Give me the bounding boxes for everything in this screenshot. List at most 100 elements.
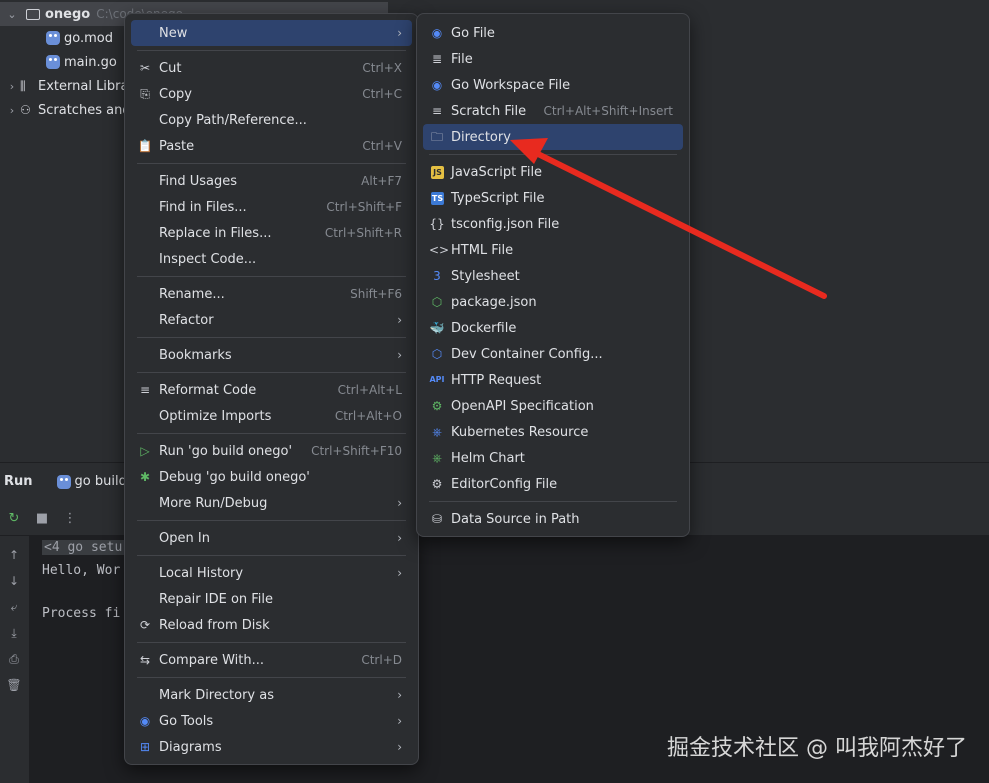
print-icon[interactable]: ⎙ (6, 652, 22, 668)
css-icon: 3 (433, 269, 441, 283)
menu-item-compare-with[interactable]: ⇆ Compare With... Ctrl+D (131, 647, 412, 673)
kubernetes-icon: ⎈ (432, 425, 442, 439)
menu-item-editorconfig-file[interactable]: ⚙ EditorConfig File (423, 471, 683, 497)
menu-item-shortcut: Ctrl+Alt+L (337, 383, 402, 397)
menu-item-http-request[interactable]: API HTTP Request (423, 367, 683, 393)
menu-item-copy[interactable]: ⎘ Copy Ctrl+C (131, 81, 412, 107)
menu-item-typescript-file[interactable]: TS TypeScript File (423, 185, 683, 211)
menu-item-label: TypeScript File (451, 190, 545, 206)
stop-icon[interactable]: ■ (34, 511, 50, 527)
menu-item-label: More Run/Debug (159, 495, 268, 511)
menu-item-diagrams[interactable]: ⊞ Diagrams › (131, 734, 412, 760)
menu-item-label: Paste (159, 138, 195, 154)
menu-item-label: Cut (159, 60, 182, 76)
menu-item-file[interactable]: ≣ File (423, 46, 683, 72)
arrow-up-icon[interactable]: ↑ (6, 548, 22, 564)
tree-item-external-libraries[interactable]: › ⫼ External Libra (4, 74, 129, 98)
soft-wrap-icon[interactable]: ⤶ (6, 600, 22, 616)
menu-item-scratch-file[interactable]: ≡ Scratch File Ctrl+Alt+Shift+Insert (423, 98, 683, 124)
chevron-right-icon: › (397, 313, 402, 327)
menu-item-mark-directory-as[interactable]: Mark Directory as › (131, 682, 412, 708)
tree-item-main-go[interactable]: main.go (46, 50, 117, 74)
tree-label: Scratches and (38, 102, 131, 118)
chevron-right-icon: › (397, 531, 402, 545)
menu-item-label: Dockerfile (451, 320, 517, 336)
menu-item-bookmarks[interactable]: Bookmarks › (131, 342, 412, 368)
menu-item-paste[interactable]: 📋 Paste Ctrl+V (131, 133, 412, 159)
menu-item-open-in[interactable]: Open In › (131, 525, 412, 551)
menu-item-local-history[interactable]: Local History › (131, 560, 412, 586)
menu-item-openapi-specification[interactable]: ⚙ OpenAPI Specification (423, 393, 683, 419)
database-icon: ⛁ (431, 512, 443, 526)
menu-item-javascript-file[interactable]: JS JavaScript File (423, 159, 683, 185)
trash-icon[interactable]: 🗑 (6, 678, 22, 694)
menu-item-go-tools[interactable]: ◉ Go Tools › (131, 708, 412, 734)
tree-item-go-mod[interactable]: go.mod (46, 26, 113, 50)
menu-separator (137, 276, 406, 277)
watermark: 掘金技术社区 @ 叫我阿杰好了 (667, 736, 967, 761)
compare-icon: ⇆ (139, 653, 151, 667)
more-options-icon[interactable]: ⋮ (62, 511, 78, 527)
menu-item-cut[interactable]: ✂ Cut Ctrl+X (131, 55, 412, 81)
helm-icon: ⎈ (432, 451, 442, 465)
menu-item-dockerfile[interactable]: 🐳 Dockerfile (423, 315, 683, 341)
menu-item-label: OpenAPI Specification (451, 398, 594, 414)
tree-item-scratches[interactable]: › ⚇ Scratches and (4, 98, 131, 122)
menu-item-helm-chart[interactable]: ⎈ Helm Chart (423, 445, 683, 471)
menu-item-find-in-files[interactable]: Find in Files... Ctrl+Shift+F (131, 194, 412, 220)
menu-item-reload-from-disk[interactable]: ⟳ Reload from Disk (131, 612, 412, 638)
chevron-right-icon: › (397, 740, 402, 754)
menu-item-refactor[interactable]: Refactor › (131, 307, 412, 333)
ts-icon: TS (431, 192, 444, 205)
menu-item-optimize-imports[interactable]: Optimize Imports Ctrl+Alt+O (131, 403, 412, 429)
menu-item-reformat-code[interactable]: ≡ Reformat Code Ctrl+Alt+L (131, 377, 412, 403)
gopher-icon (56, 474, 71, 489)
arrow-down-icon[interactable]: ↓ (6, 574, 22, 590)
menu-separator (137, 520, 406, 521)
menu-item-copy-path-reference[interactable]: Copy Path/Reference... (131, 107, 412, 133)
chevron-right-icon: › (397, 348, 402, 362)
console-line: <4 go setu (42, 540, 125, 555)
menu-item-repair-ide-on-file[interactable]: Repair IDE on File (131, 586, 412, 612)
menu-item-kubernetes-resource[interactable]: ⎈ Kubernetes Resource (423, 419, 683, 445)
menu-item-inspect-code[interactable]: Inspect Code... (131, 246, 412, 272)
menu-item-dev-container-config[interactable]: ⬡ Dev Container Config... (423, 341, 683, 367)
chevron-right-icon: › (397, 566, 402, 580)
menu-item-go-file[interactable]: ◉ Go File (423, 20, 683, 46)
chevron-right-icon[interactable]: › (4, 104, 20, 117)
menu-item-stylesheet[interactable]: 3 Stylesheet (423, 263, 683, 289)
menu-item-label: Copy (159, 86, 192, 102)
menu-item-label: Scratch File (451, 103, 527, 119)
menu-separator (137, 50, 406, 51)
menu-item-label: Dev Container Config... (451, 346, 603, 362)
gopher-icon (46, 31, 60, 45)
html-icon: <> (429, 243, 450, 257)
chevron-down-icon[interactable]: ⌄ (4, 8, 20, 21)
menu-item-shortcut: Ctrl+C (362, 87, 402, 101)
scroll-to-end-icon[interactable]: ⤓ (6, 626, 22, 642)
run-tab[interactable]: go build (56, 474, 127, 489)
diagram-icon: ⊞ (139, 740, 151, 754)
menu-item-more-run-debug[interactable]: More Run/Debug › (131, 490, 412, 516)
reload-icon: ⟳ (139, 618, 151, 632)
menu-item-tsconfig-json-file[interactable]: {} tsconfig.json File (423, 211, 683, 237)
chevron-right-icon[interactable]: › (4, 80, 20, 93)
menu-item-label: EditorConfig File (451, 476, 558, 492)
menu-item-debug-go-build-onego[interactable]: ✱ Debug 'go build onego' (131, 464, 412, 490)
rerun-icon[interactable]: ↻ (6, 511, 22, 527)
menu-item-new[interactable]: New › (131, 20, 412, 46)
menu-item-replace-in-files[interactable]: Replace in Files... Ctrl+Shift+R (131, 220, 412, 246)
menu-item-find-usages[interactable]: Find Usages Alt+F7 (131, 168, 412, 194)
menu-item-run-go-build-onego[interactable]: ▷ Run 'go build onego' Ctrl+Shift+F10 (131, 438, 412, 464)
openapi-icon: ⚙ (431, 399, 443, 413)
menu-item-label: Go File (451, 25, 495, 41)
console-line: Process fi (42, 606, 121, 621)
menu-item-package-json[interactable]: ⬡ package.json (423, 289, 683, 315)
menu-item-directory[interactable]: 🗀 Directory (423, 124, 683, 150)
menu-item-html-file[interactable]: <> HTML File (423, 237, 683, 263)
menu-item-rename[interactable]: Rename... Shift+F6 (131, 281, 412, 307)
reformat-icon: ≡ (139, 383, 151, 397)
menu-item-data-source-in-path[interactable]: ⛁ Data Source in Path (423, 506, 683, 532)
menu-separator (429, 501, 677, 502)
menu-item-go-workspace-file[interactable]: ◉ Go Workspace File (423, 72, 683, 98)
